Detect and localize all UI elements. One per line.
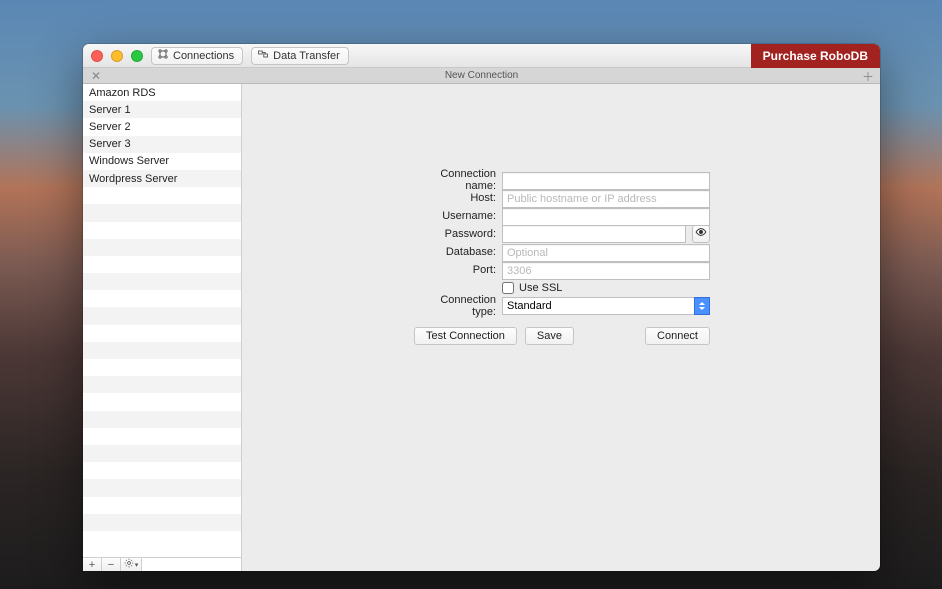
- minus-icon: −: [108, 559, 114, 571]
- tab-bar: ✕ New Connection ＋: [83, 68, 880, 84]
- sidebar-item: [83, 204, 241, 221]
- connections-label: Connections: [173, 50, 234, 62]
- window-minimize-button[interactable]: [111, 50, 123, 62]
- sidebar-item: [83, 239, 241, 256]
- use-ssl-checkbox[interactable]: [502, 282, 514, 294]
- data-transfer-icon: [257, 48, 269, 63]
- purchase-button[interactable]: Purchase RoboDB: [751, 44, 880, 68]
- connection-type-label: Connection type:: [414, 294, 502, 318]
- titlebar: Connections Data Transfer Purchase RoboD…: [83, 44, 880, 68]
- connection-name-input[interactable]: [502, 172, 710, 190]
- connection-type-select[interactable]: Standard: [502, 297, 710, 315]
- close-icon: ✕: [91, 69, 101, 83]
- database-input[interactable]: [502, 244, 710, 262]
- window-zoom-button[interactable]: [131, 50, 143, 62]
- window-close-button[interactable]: [91, 50, 103, 62]
- data-transfer-button[interactable]: Data Transfer: [251, 47, 349, 65]
- sidebar-item: [83, 376, 241, 393]
- remove-connection-button[interactable]: −: [102, 558, 121, 571]
- sidebar-item: [83, 428, 241, 445]
- add-tab-button[interactable]: ＋: [862, 68, 874, 84]
- sidebar-item: [83, 411, 241, 428]
- sidebar-item: [83, 479, 241, 496]
- sidebar-item: [83, 307, 241, 324]
- plus-icon: ＋: [862, 68, 874, 85]
- select-stepper-icon: [694, 297, 710, 315]
- sidebar-footer: + − ▾: [83, 557, 241, 571]
- connection-name-label: Connection name:: [414, 168, 502, 192]
- close-tab-button[interactable]: ✕: [91, 68, 101, 84]
- sidebar-item: [83, 393, 241, 410]
- port-input[interactable]: [502, 262, 710, 280]
- tab-title: New Connection: [445, 70, 518, 81]
- sidebar-settings-button[interactable]: ▾: [121, 558, 142, 571]
- username-label: Username:: [414, 210, 502, 222]
- use-ssl-label: Use SSL: [519, 282, 562, 294]
- password-label: Password:: [414, 228, 502, 240]
- add-connection-button[interactable]: +: [83, 558, 102, 571]
- gear-icon: [124, 558, 134, 571]
- plus-icon: +: [89, 559, 95, 571]
- sidebar-item[interactable]: Windows Server: [83, 153, 241, 170]
- app-window: Connections Data Transfer Purchase RoboD…: [83, 44, 880, 571]
- connections-button[interactable]: Connections: [151, 47, 243, 65]
- sidebar-item: [83, 290, 241, 307]
- sidebar-item[interactable]: Server 1: [83, 101, 241, 118]
- connection-type-value: Standard: [502, 297, 710, 315]
- sidebar-item: [83, 531, 241, 548]
- sidebar-item: [83, 462, 241, 479]
- test-connection-button[interactable]: Test Connection: [414, 327, 517, 345]
- host-label: Host:: [414, 192, 502, 204]
- connect-button[interactable]: Connect: [645, 327, 710, 345]
- main-panel: Connection name: Host: Username: Passwor…: [242, 84, 880, 571]
- connections-icon: [157, 48, 169, 63]
- database-label: Database:: [414, 246, 502, 258]
- sidebar-item: [83, 445, 241, 462]
- window-body: Amazon RDSServer 1Server 2Server 3Window…: [83, 84, 880, 571]
- sidebar-item[interactable]: Amazon RDS: [83, 84, 241, 101]
- sidebar-item[interactable]: Wordpress Server: [83, 170, 241, 187]
- port-label: Port:: [414, 264, 502, 276]
- sidebar-item: [83, 359, 241, 376]
- connection-form: Connection name: Host: Username: Passwor…: [414, 170, 710, 345]
- data-transfer-label: Data Transfer: [273, 50, 340, 62]
- sidebar-item: [83, 497, 241, 514]
- sidebar-item: [83, 222, 241, 239]
- sidebar-item: [83, 325, 241, 342]
- eye-icon: [695, 225, 707, 243]
- username-input[interactable]: [502, 208, 710, 226]
- show-password-button[interactable]: [692, 225, 710, 243]
- password-input[interactable]: [502, 225, 686, 243]
- sidebar: Amazon RDSServer 1Server 2Server 3Window…: [83, 84, 242, 571]
- chevron-down-icon: ▾: [135, 561, 139, 569]
- sidebar-item[interactable]: Server 3: [83, 136, 241, 153]
- sidebar-item: [83, 256, 241, 273]
- sidebar-item[interactable]: Server 2: [83, 118, 241, 135]
- sidebar-item: [83, 273, 241, 290]
- sidebar-item: [83, 514, 241, 531]
- sidebar-list: Amazon RDSServer 1Server 2Server 3Window…: [83, 84, 241, 557]
- sidebar-item: [83, 187, 241, 204]
- host-input[interactable]: [502, 190, 710, 208]
- purchase-label: Purchase RoboDB: [763, 49, 868, 63]
- sidebar-item: [83, 342, 241, 359]
- traffic-lights: [91, 50, 143, 62]
- save-button[interactable]: Save: [525, 327, 574, 345]
